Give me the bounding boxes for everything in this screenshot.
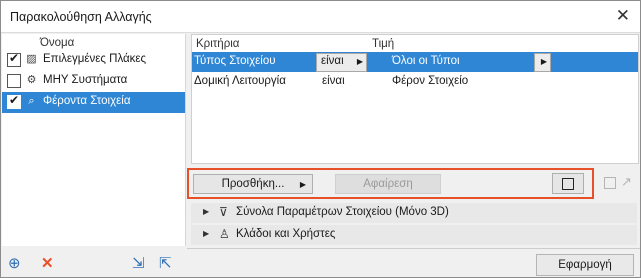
- section-label: Σύνολα Παραμέτρων Στοιχείου (Μόνο 3D): [236, 206, 449, 218]
- section-label: Κλάδοι και Χρήστες: [236, 228, 336, 240]
- operator-value: είναι: [321, 55, 344, 67]
- selection-rectangle-icon: [604, 177, 616, 189]
- table-row-selected[interactable]: Τύπος Στοιχείου είναι ▶ Όλοι οι Τύποι ▶: [192, 52, 638, 72]
- criteria-table: Κριτήρια Τιμή Τύπος Στοιχείου είναι ▶ Όλ…: [191, 34, 639, 164]
- section-parameter-sets[interactable]: ▶ ⊽ Σύνολα Παραμέτρων Στοιχείου (Μόνο 3D…: [191, 203, 637, 223]
- export-icon[interactable]: ⇱: [159, 256, 172, 272]
- list-item[interactable]: ✔ ▨ Επιλεγμένες Πλάκες: [2, 50, 185, 71]
- criteria-set-list: Όνομα ✔ ▨ Επιλεγμένες Πλάκες ⚙ ΜΗΥ Συστή…: [2, 34, 186, 246]
- add-button-label: Προσθήκη...: [221, 178, 285, 190]
- criteria-column-header: Κριτήρια: [196, 38, 240, 50]
- select-in-model-button[interactable]: [552, 173, 584, 194]
- value-dropdown[interactable]: ▶: [534, 53, 551, 72]
- user-icon: ♙: [219, 227, 230, 241]
- title-separator: [1, 32, 640, 33]
- dialog-title: Παρακολούθηση Αλλαγής: [10, 10, 152, 24]
- dropdown-arrow-icon: ▶: [356, 57, 363, 66]
- remove-criterion-button[interactable]: Αφαίρεση: [335, 174, 441, 194]
- list-item-label: Φέροντα Στοιχεία: [43, 95, 131, 107]
- apply-button-label: Εφαρμογή: [558, 259, 612, 271]
- value-cell: Όλοι οι Τύποι: [392, 55, 460, 67]
- expand-arrow-icon: ▶: [203, 229, 210, 238]
- close-icon[interactable]: ✕: [616, 7, 630, 25]
- list-item-label: ΜΗΥ Συστήματα: [43, 74, 128, 86]
- criteria-toolbar: Προσθήκη... ▶ Αφαίρεση: [187, 168, 594, 199]
- structural-search-icon: ⌕: [28, 95, 35, 107]
- value-cell: Φέρον Στοιχείο: [392, 75, 469, 87]
- redo-icon: ↗: [621, 174, 632, 189]
- filter-icon: ⊽: [219, 205, 228, 219]
- list-item[interactable]: ⚙ ΜΗΥ Συστήματα: [2, 71, 185, 92]
- slab-icon: ▨: [26, 53, 37, 65]
- dropdown-arrow-icon: ▶: [299, 180, 306, 189]
- delete-icon[interactable]: ✕: [41, 256, 54, 272]
- checkmark-icon: ✔: [9, 93, 20, 107]
- value-column-header: Τιμή: [372, 38, 395, 50]
- item-checkbox[interactable]: ✔: [7, 51, 21, 67]
- item-checkbox[interactable]: ✔: [7, 93, 21, 109]
- title-bar: Παρακολούθηση Αλλαγής ✕: [1, 1, 640, 33]
- import-icon[interactable]: ⇲: [132, 256, 145, 272]
- dropdown-arrow-icon: ▶: [540, 57, 547, 66]
- apply-button[interactable]: Εφαρμογή: [536, 254, 634, 276]
- expand-arrow-icon: ▶: [203, 207, 210, 216]
- new-criteria-set-icon[interactable]: ⊕: [8, 256, 21, 272]
- operator-cell: είναι: [322, 75, 345, 87]
- criterion-cell: Τύπος Στοιχείου: [194, 55, 276, 67]
- footer-separator: [187, 248, 640, 249]
- checkmark-icon: ✔: [9, 51, 20, 65]
- table-row[interactable]: Δομική Λειτουργία είναι Φέρον Στοιχείο: [192, 72, 638, 92]
- criterion-cell: Δομική Λειτουργία: [194, 75, 286, 87]
- change-tracking-dialog: Παρακολούθηση Αλλαγής ✕ Όνομα ✔ ▨ Επιλεγ…: [0, 0, 641, 278]
- operator-dropdown[interactable]: είναι ▶: [316, 53, 367, 72]
- list-item-label: Επιλεγμένες Πλάκες: [43, 53, 147, 65]
- mep-systems-icon: ⚙: [26, 74, 37, 86]
- remove-button-label: Αφαίρεση: [363, 178, 413, 190]
- list-item-selected[interactable]: ✔ ⌕ Φέροντα Στοιχεία: [2, 92, 185, 113]
- add-criterion-button[interactable]: Προσθήκη... ▶: [193, 174, 313, 194]
- section-disciplines-users[interactable]: ▶ ♙ Κλάδοι και Χρήστες: [191, 225, 637, 245]
- name-column-header: Όνομα: [40, 37, 75, 49]
- selection-rectangle-icon: [562, 178, 574, 190]
- item-checkbox[interactable]: [7, 74, 21, 88]
